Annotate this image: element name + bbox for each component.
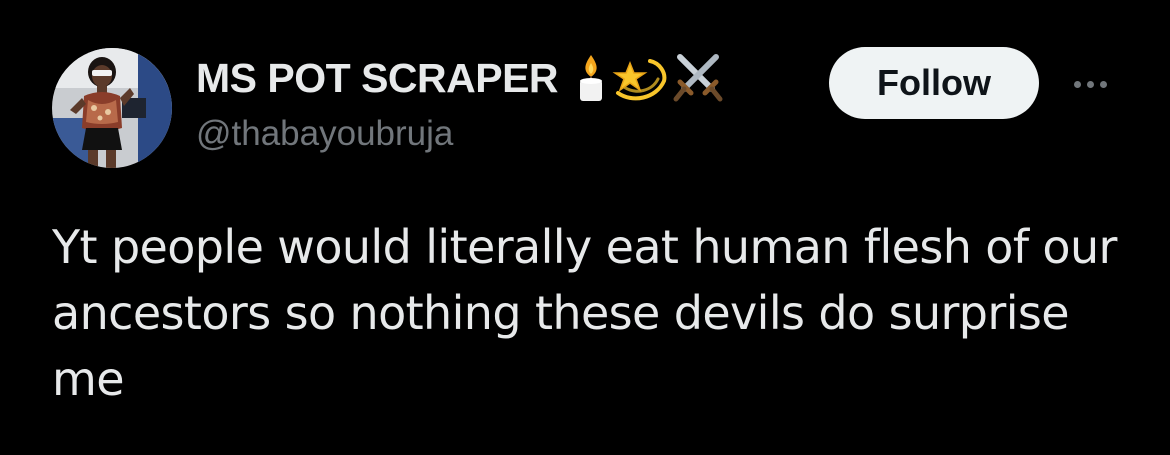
more-dot: [1086, 80, 1094, 88]
author-info: MS POT SCRAPER @thabayoubruja: [196, 50, 724, 154]
dizzy-star-icon: [612, 53, 668, 103]
more-dot: [1073, 80, 1081, 88]
name-row: MS POT SCRAPER: [196, 50, 724, 106]
display-name[interactable]: MS POT SCRAPER: [196, 55, 559, 102]
profile-photo-icon: [52, 48, 172, 168]
follow-button[interactable]: Follow: [829, 47, 1039, 119]
candle-icon: [574, 53, 608, 103]
avatar[interactable]: [52, 48, 172, 168]
tweet-card: MS POT SCRAPER @thabayoubruja Follow Yt …: [0, 0, 1170, 455]
tweet-text: Yt people would literally eat human fles…: [52, 220, 1117, 406]
more-options-icon[interactable]: [1060, 66, 1120, 102]
more-dot: [1099, 80, 1107, 88]
username-handle[interactable]: @thabayoubruja: [196, 114, 724, 154]
name-emojis: [574, 53, 724, 103]
crossed-swords-icon: [672, 53, 724, 103]
